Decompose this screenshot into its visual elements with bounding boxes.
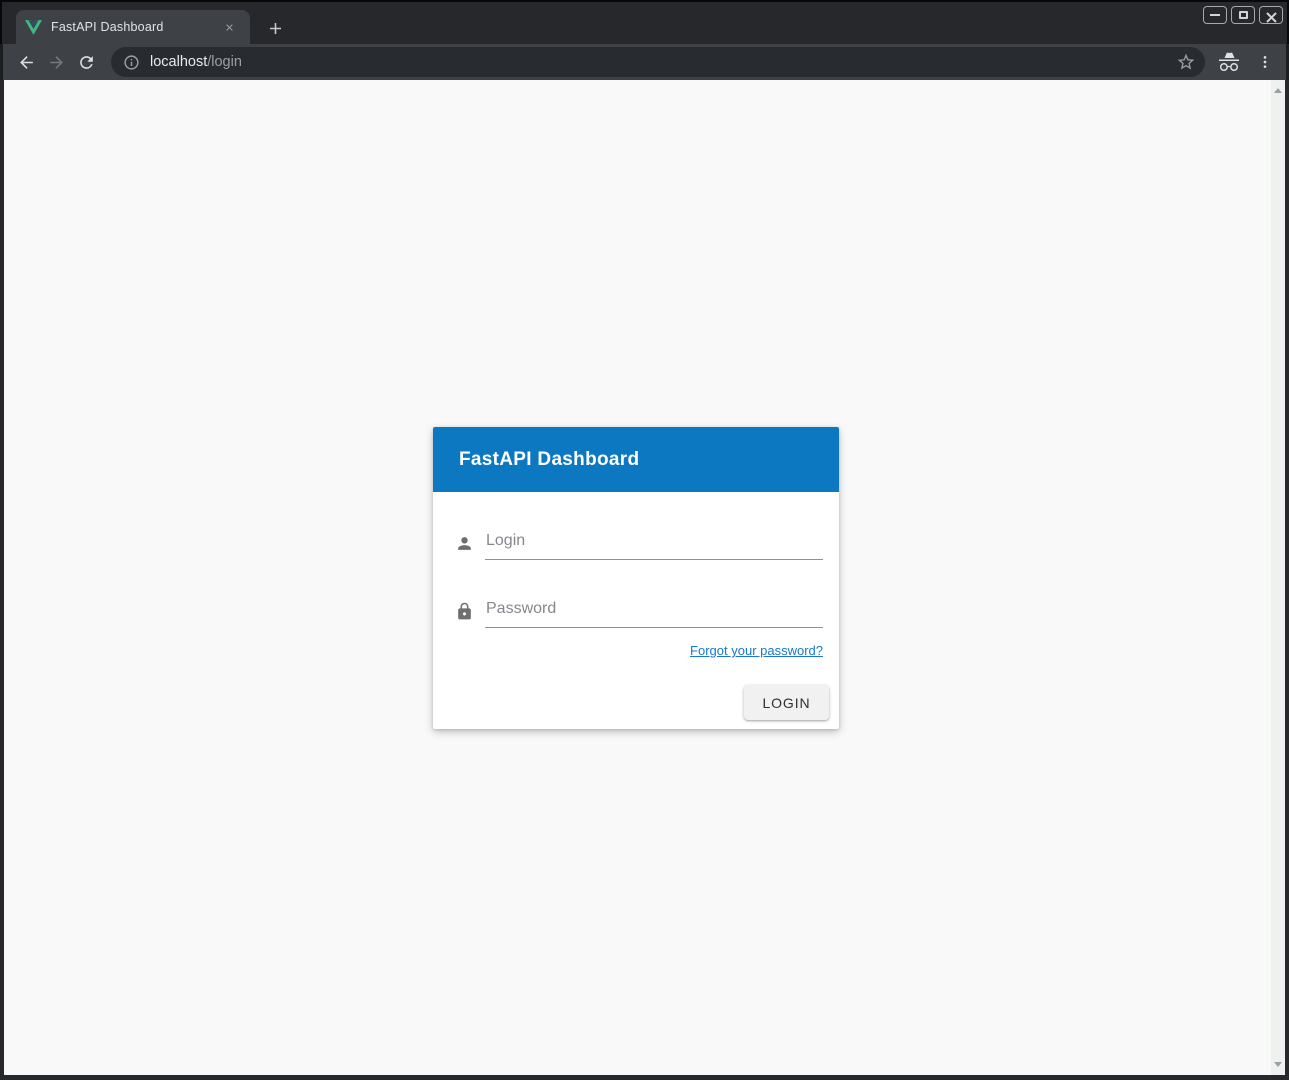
window-controls — [1203, 6, 1283, 24]
person-icon — [455, 534, 474, 553]
plus-icon — [266, 19, 285, 38]
forgot-password-row: Forgot your password? — [455, 642, 823, 660]
maximize-button[interactable] — [1231, 6, 1255, 24]
browser-toolbar: localhost/login — [0, 44, 1289, 80]
site-info-icon[interactable] — [123, 54, 140, 71]
minimize-button[interactable] — [1203, 6, 1227, 24]
close-icon — [1266, 10, 1277, 21]
refresh-button[interactable] — [71, 47, 101, 77]
page-viewport: FastAPI Dashboard Forgot your password? — [4, 80, 1285, 1075]
address-bar[interactable]: localhost/login — [111, 47, 1205, 77]
arrow-forward-icon — [47, 53, 66, 72]
login-button[interactable]: LOGIN — [744, 685, 829, 720]
login-card: FastAPI Dashboard Forgot your password? — [433, 427, 839, 729]
scroll-up-icon[interactable] — [1274, 88, 1282, 93]
browser-tab[interactable]: FastAPI Dashboard — [16, 10, 250, 44]
forward-button[interactable] — [41, 47, 71, 77]
card-actions: LOGIN — [455, 685, 823, 720]
bookmark-star-icon[interactable] — [1176, 52, 1196, 72]
close-button[interactable] — [1259, 6, 1283, 24]
login-card-title: FastAPI Dashboard — [459, 449, 639, 471]
password-input[interactable] — [485, 600, 823, 628]
url-host: localhost — [150, 54, 207, 70]
new-tab-button[interactable] — [264, 17, 286, 39]
maximize-icon — [1239, 11, 1248, 19]
titlebar: FastAPI Dashboard — [0, 0, 1289, 44]
tab-close-icon[interactable] — [220, 18, 238, 36]
vertical-dots-icon — [1257, 54, 1273, 70]
password-field-row — [455, 599, 823, 629]
refresh-icon — [77, 53, 96, 72]
scroll-down-icon[interactable] — [1274, 1062, 1282, 1067]
back-button[interactable] — [11, 47, 41, 77]
lock-icon — [455, 602, 474, 621]
login-card-body: Forgot your password? LOGIN — [433, 492, 839, 729]
login-field-row — [455, 531, 823, 561]
page-scrollbar[interactable] — [1271, 80, 1285, 1075]
browser-menu-button[interactable] — [1256, 52, 1274, 72]
vue-logo-icon — [25, 20, 42, 35]
login-input[interactable] — [485, 532, 823, 560]
browser-window: FastAPI Dashboard — [0, 0, 1289, 1080]
login-card-header: FastAPI Dashboard — [433, 427, 839, 492]
forgot-password-link[interactable]: Forgot your password? — [690, 643, 823, 658]
tab-title: FastAPI Dashboard — [51, 20, 220, 34]
url-path: /login — [207, 54, 242, 70]
minimize-icon — [1210, 14, 1220, 16]
incognito-icon — [1217, 50, 1241, 74]
arrow-back-icon — [17, 53, 36, 72]
url-text: localhost/login — [150, 54, 1176, 70]
